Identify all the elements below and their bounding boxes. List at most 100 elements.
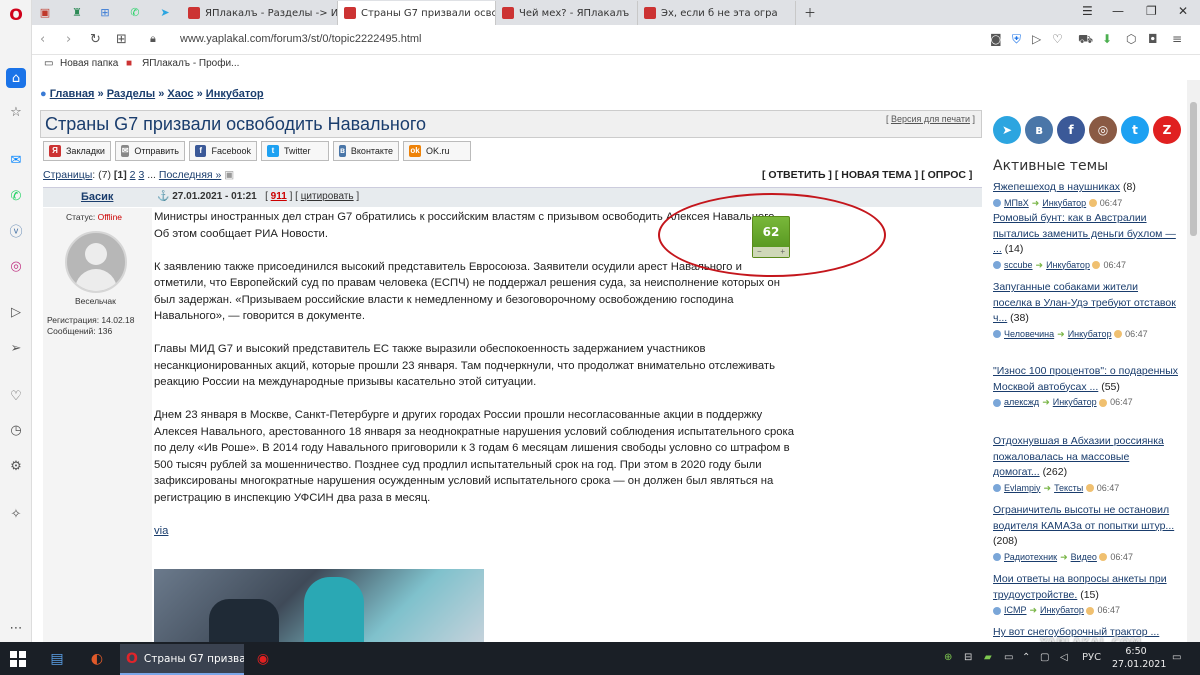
whatsapp-icon[interactable]: ✆	[6, 186, 26, 206]
pinned-tab-icon[interactable]: ♜	[68, 4, 86, 20]
last-page-link[interactable]: Последняя »	[159, 169, 221, 181]
twitter-icon[interactable]: t	[1121, 116, 1149, 144]
settings-icon[interactable]: ⚙	[6, 456, 26, 476]
more-icon[interactable]: ⋯	[6, 618, 26, 638]
bookmarks-share-button[interactable]: Я Закладки	[43, 141, 111, 161]
post-image[interactable]	[154, 569, 484, 642]
download-icon[interactable]: ⬇	[1102, 32, 1112, 46]
language-indicator[interactable]: РУС	[1082, 652, 1101, 663]
opera-menu-icon[interactable]: O	[6, 4, 26, 24]
heart-icon[interactable]: ♡	[6, 386, 26, 406]
reload-icon[interactable]: ↻	[90, 32, 101, 47]
quote-link[interactable]: цитировать	[301, 191, 354, 202]
back-icon[interactable]: ‹	[40, 32, 45, 47]
snapshot-icon[interactable]: ◘	[1148, 32, 1158, 46]
vk-icon[interactable]: в	[1025, 116, 1053, 144]
poll-button[interactable]: ОПРОС	[928, 169, 966, 181]
scrollbar-thumb[interactable]	[1190, 102, 1197, 236]
nvidia-icon[interactable]: ▰	[984, 652, 992, 663]
avatar[interactable]	[65, 231, 127, 293]
tray-icon[interactable]: ▭	[1004, 652, 1013, 663]
taskbar-opera-app[interactable]: OСтраны G7 призва...	[120, 644, 244, 675]
windows-start-icon[interactable]	[10, 651, 26, 667]
topic-link[interactable]: Отдохнувшая в Абхазии россиянка пожалова…	[993, 435, 1164, 478]
breadcrumb-link[interactable]: Главная	[50, 88, 95, 100]
topic-link[interactable]: Ограничитель высоты не остановил водител…	[993, 504, 1174, 532]
clock-icon	[1114, 330, 1123, 339]
notifications-icon[interactable]: ▭	[1172, 652, 1181, 663]
pinned-telegram-icon[interactable]: ➤	[156, 4, 174, 20]
topic-link[interactable]: "Износ 100 процентов": о подаренных Моск…	[993, 365, 1178, 393]
send-icon[interactable]: ➢	[6, 338, 26, 358]
pinned-tab-icon[interactable]: ▣	[36, 4, 54, 20]
twitter-share-button[interactable]: t Twitter	[261, 141, 329, 161]
speed-dial-icon[interactable]: ⌂	[6, 68, 26, 88]
heart-icon[interactable]: ♡	[1052, 32, 1063, 46]
post-author[interactable]: Басик	[81, 191, 113, 203]
tab[interactable]: Чей мех? - ЯПлакалъ	[496, 1, 638, 25]
maximize-icon[interactable]: ❐	[1146, 4, 1157, 18]
tray-icon[interactable]: ⊟	[964, 652, 972, 663]
send-share-button[interactable]: ✉ Отправить	[115, 141, 185, 161]
vk-icon[interactable]: ⓥ	[6, 220, 26, 240]
volume-icon[interactable]: ◁	[1060, 652, 1068, 663]
facebook-icon[interactable]: f	[1057, 116, 1085, 144]
new-tab-icon[interactable]: ＋	[804, 4, 816, 21]
bookmark-folder[interactable]: Новая папка	[60, 58, 118, 69]
page-link[interactable]: 2	[130, 169, 136, 181]
breadcrumb-link[interactable]: Хаос	[167, 88, 193, 100]
new-topic-button[interactable]: НОВАЯ ТЕМА	[841, 169, 912, 181]
clock[interactable]: 6:50 27.01.2021	[1112, 645, 1166, 671]
pinned-whatsapp-icon[interactable]: ✆	[126, 4, 144, 20]
tabs-grid-icon[interactable]: ⊞	[116, 32, 127, 47]
bulb-icon[interactable]: ✧	[6, 504, 26, 524]
facebook-share-button[interactable]: f Facebook	[189, 141, 257, 161]
anchor-icon[interactable]: ⚓	[157, 191, 169, 202]
pinned-tab-icon[interactable]: ⊞	[96, 4, 114, 20]
network-icon[interactable]: ▢	[1040, 652, 1049, 663]
star-icon[interactable]: ☆	[6, 102, 26, 122]
tab[interactable]: ЯПлакалъ - Разделы -> Ин	[182, 1, 338, 25]
telegram-icon[interactable]: ➤	[993, 116, 1021, 144]
tray-icon[interactable]: ⊕	[944, 652, 952, 663]
url-field[interactable]: www.yaplakal.com/forum3/st/0/topic222249…	[180, 33, 422, 45]
vk-share-button[interactable]: в Вконтакте	[333, 141, 399, 161]
filter-icon[interactable]: ▣	[224, 169, 234, 181]
forward-icon[interactable]: ›	[66, 32, 71, 47]
cube-icon[interactable]: ⬡	[1126, 32, 1136, 46]
breadcrumb-link[interactable]: Разделы	[107, 88, 155, 100]
instagram-icon[interactable]: ◎	[1089, 116, 1117, 144]
breadcrumb-link[interactable]: Инкубатор	[206, 88, 264, 100]
clock-icon	[1086, 606, 1095, 615]
yaplakal-favicon-icon	[644, 7, 656, 19]
post-number[interactable]: 911	[271, 191, 287, 202]
reply-button[interactable]: ОТВЕТИТЬ	[768, 169, 825, 181]
opera-gx-icon[interactable]: ◉	[250, 646, 276, 672]
via-link[interactable]: via	[154, 525, 168, 537]
player-icon[interactable]: ▷	[6, 302, 26, 322]
topic-link[interactable]: Яжепешеход в наушниках	[993, 181, 1120, 193]
close-window-icon[interactable]: ✕	[1178, 4, 1188, 18]
messenger-icon[interactable]: ✉	[6, 150, 26, 170]
scrollbar[interactable]	[1187, 80, 1200, 642]
instagram-icon[interactable]: ◎	[6, 256, 26, 276]
bookmarks-bar: ▭ Новая папка ■ ЯПлакалъ - Профи...	[32, 55, 1200, 75]
camera-icon[interactable]: ◙	[990, 32, 1002, 46]
search-tabs-icon[interactable]: ☰	[1082, 4, 1093, 18]
cart-icon[interactable]: ⛟	[1078, 32, 1093, 48]
history-icon[interactable]: ◷	[6, 420, 26, 440]
zen-icon[interactable]: Z	[1153, 116, 1181, 144]
minimize-icon[interactable]: —	[1112, 4, 1124, 18]
tab-active[interactable]: Страны G7 призвали освс ✕	[338, 1, 496, 25]
tab[interactable]: Эх, если б не эта огра	[638, 1, 796, 25]
ok-share-button[interactable]: ok OK.ru	[403, 141, 471, 161]
play-icon[interactable]: ▷	[1032, 32, 1041, 46]
page-link[interactable]: 3	[138, 169, 144, 181]
print-version-link[interactable]: Версия для печати	[891, 114, 970, 124]
app-icon[interactable]: ◐	[84, 646, 110, 672]
bookmark-link[interactable]: ЯПлакалъ - Профи...	[142, 58, 239, 69]
explorer-icon[interactable]: ▤	[44, 646, 70, 672]
shield-icon[interactable]: ⛨	[1012, 32, 1021, 47]
menu-icon[interactable]: ≡	[1172, 32, 1182, 46]
chevron-up-icon[interactable]: ⌃	[1022, 652, 1030, 663]
